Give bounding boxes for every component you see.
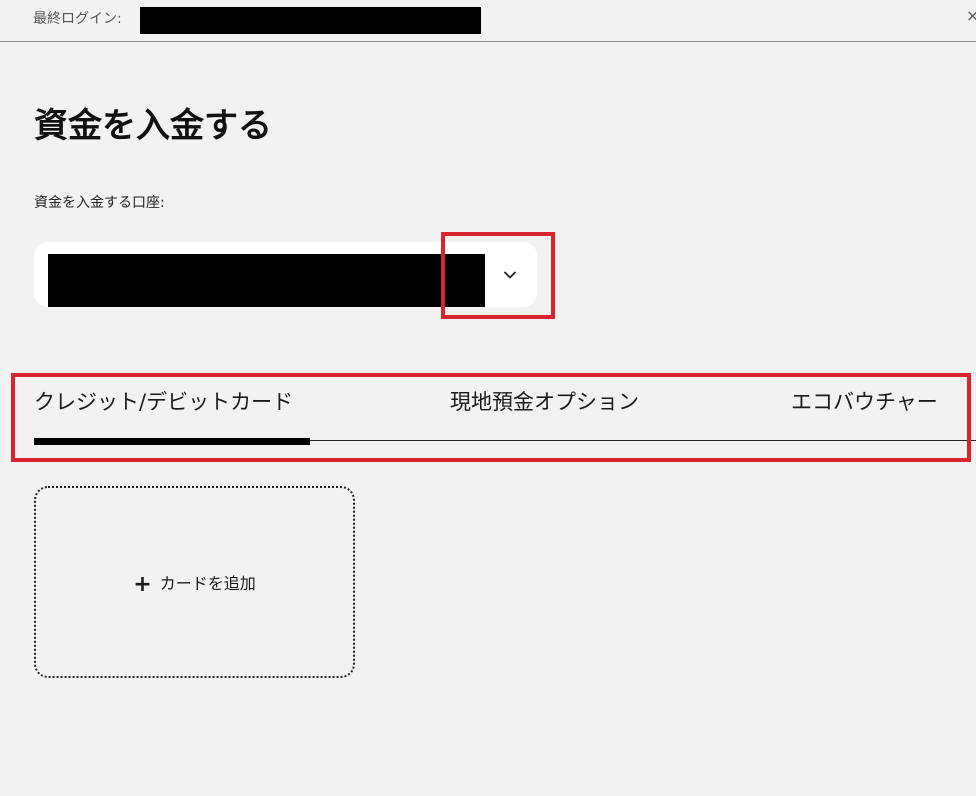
last-login-redacted	[140, 7, 481, 34]
last-login-label: 最終ログイン:	[33, 11, 122, 27]
account-value-redacted	[48, 254, 485, 307]
highlight-box-dropdown	[441, 232, 555, 319]
add-card-button[interactable]: + カードを追加	[34, 486, 355, 678]
highlight-box-tabs	[11, 373, 971, 462]
plus-icon: +	[133, 572, 152, 597]
page-title: 資金を入金する	[34, 106, 272, 146]
add-card-label: カードを追加	[159, 574, 256, 593]
account-label: 資金を入金する口座:	[34, 195, 165, 211]
top-bar: 最終ログイン: ×	[0, 0, 976, 42]
add-card-content: + カードを追加	[36, 570, 353, 597]
close-icon[interactable]: ×	[966, 6, 976, 25]
